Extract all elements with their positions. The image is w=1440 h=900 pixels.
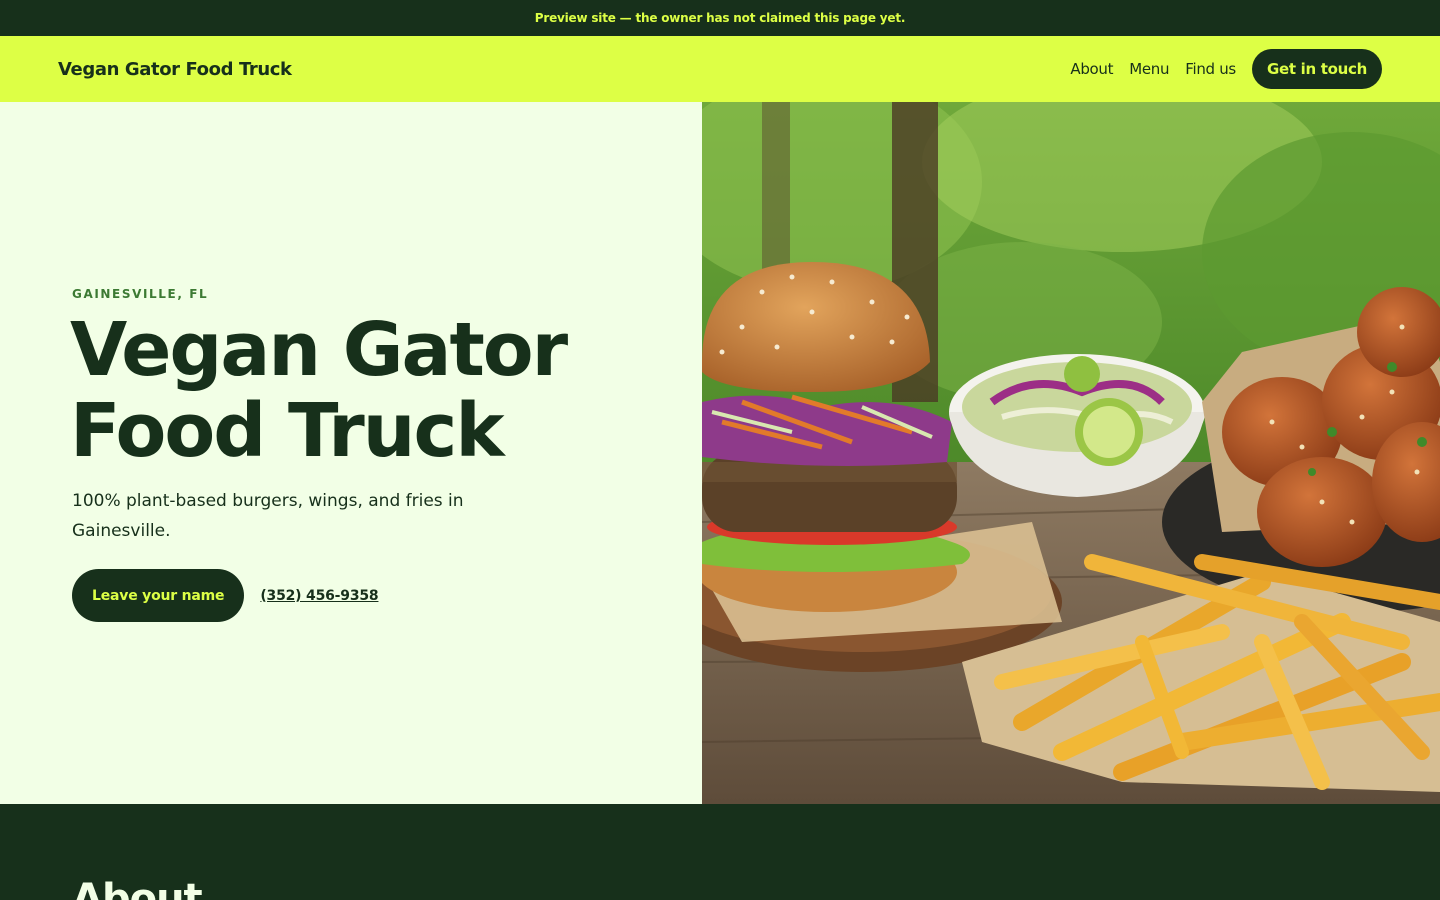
preview-banner: Preview site — the owner has not claimed… xyxy=(0,0,1440,36)
hero-cta-row: Leave your name (352) 456-9358 xyxy=(72,569,379,622)
food-photo-illustration xyxy=(702,102,1440,804)
get-in-touch-button[interactable]: Get in touch xyxy=(1251,49,1382,89)
hero-title-line-1: Vegan Gator xyxy=(70,307,568,393)
top-nav: Vegan Gator Food Truck About Menu Find u… xyxy=(0,36,1440,102)
nav-link-find-us[interactable]: Find us xyxy=(1185,60,1236,78)
phone-link[interactable]: (352) 456-9358 xyxy=(260,588,378,604)
nav-link-menu[interactable]: Menu xyxy=(1129,60,1169,78)
brand-logo[interactable]: Vegan Gator Food Truck xyxy=(58,59,292,80)
leave-your-name-button[interactable]: Leave your name xyxy=(72,569,245,622)
about-heading: About xyxy=(72,876,203,900)
hero-food-photo xyxy=(702,102,1440,804)
nav-link-about[interactable]: About xyxy=(1070,60,1113,78)
about-section: About xyxy=(0,804,1440,900)
location-eyebrow: GAINESVILLE, FL xyxy=(72,287,209,301)
hero-title-line-2: Food Truck xyxy=(70,388,505,474)
hero-subtitle: 100% plant-based burgers, wings, and fri… xyxy=(72,491,464,541)
hero-title: Vegan Gator Food Truck xyxy=(70,310,670,472)
nav-links: About Menu Find us Get in touch xyxy=(1070,49,1382,89)
hero-text-panel: GAINESVILLE, FL Vegan Gator Food Truck 1… xyxy=(0,102,702,804)
preview-banner-text: Preview site — the owner has not claimed… xyxy=(534,11,906,25)
